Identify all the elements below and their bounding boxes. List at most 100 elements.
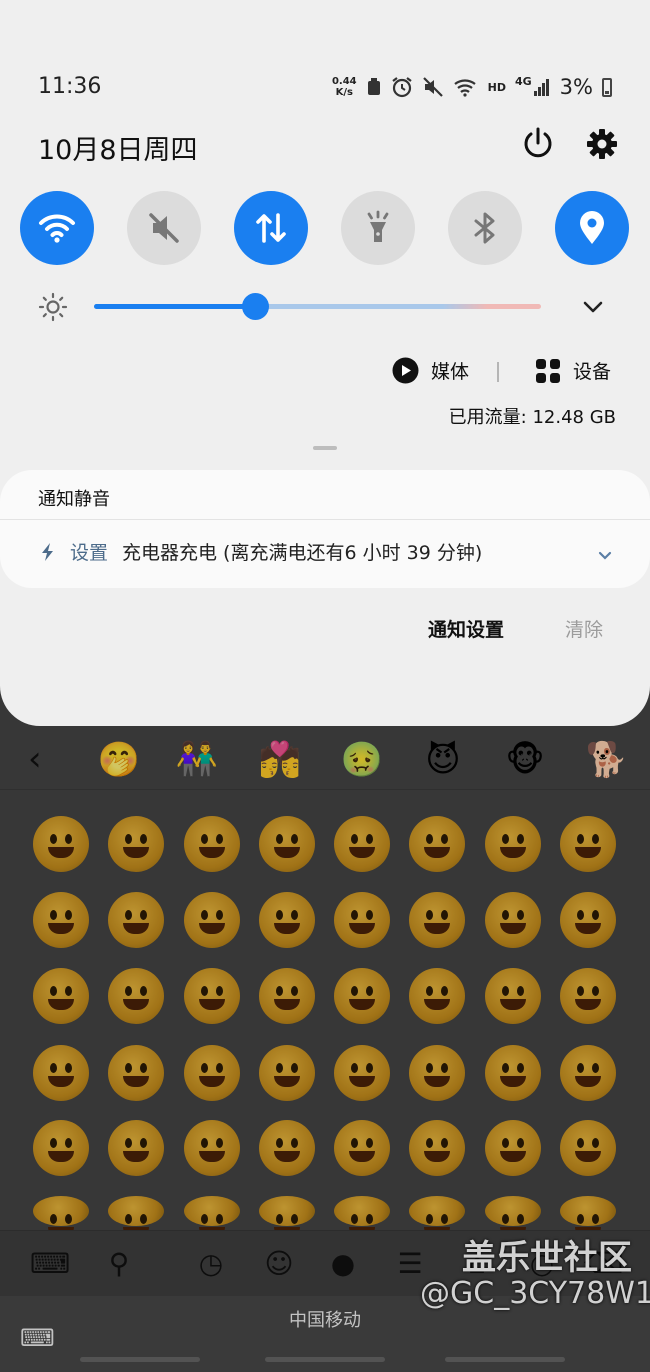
notification-expand-icon[interactable]: [596, 546, 614, 564]
emoji-key[interactable]: [485, 1196, 541, 1238]
devices-button[interactable]: 设备: [535, 357, 611, 384]
flashlight-toggle[interactable]: [341, 191, 415, 265]
shade-drag-handle[interactable]: [313, 446, 337, 450]
category-face-icon[interactable]: 🤭: [97, 738, 141, 782]
emoji-key[interactable]: [33, 1196, 89, 1238]
emoji-key[interactable]: [33, 892, 89, 948]
emoji-key[interactable]: [409, 892, 465, 948]
category-dog-icon[interactable]: 🐕: [585, 738, 629, 782]
power-icon[interactable]: [518, 124, 558, 164]
network-type: 4G: [514, 74, 532, 88]
category-people-icon[interactable]: 👫: [175, 738, 219, 782]
category-couple-icon[interactable]: 💏: [258, 738, 302, 782]
flashlight-icon: [367, 210, 389, 242]
brightness-thumb[interactable]: [241, 293, 269, 320]
bluetooth-icon: [474, 212, 495, 244]
recent-icon[interactable]: ◷: [194, 1247, 228, 1281]
emoji-key[interactable]: [108, 1045, 164, 1101]
search-icon[interactable]: ⚲: [102, 1247, 136, 1281]
clear-button[interactable]: 清除: [565, 615, 603, 642]
status-time: 11:36: [38, 74, 102, 99]
emoji-key[interactable]: [334, 1120, 390, 1176]
wifi-toggle[interactable]: [20, 191, 94, 265]
devices-grid-icon: [536, 358, 560, 383]
hd-label: HD: [487, 80, 506, 94]
emoji-key[interactable]: [33, 1045, 89, 1101]
emoji-key[interactable]: [409, 968, 465, 1024]
notification-item[interactable]: 设置 充电器充电 (离充满电还有6 小时 39 分钟): [40, 538, 482, 565]
charging-bolt-icon: [42, 542, 53, 561]
emoji-key[interactable]: [259, 892, 315, 948]
emoji-key[interactable]: [485, 968, 541, 1024]
nav-back-bar[interactable]: [445, 1357, 565, 1362]
mute-toggle[interactable]: [127, 191, 201, 265]
emoji-key[interactable]: [560, 1196, 616, 1238]
location-toggle[interactable]: [555, 191, 629, 265]
notification-settings-button[interactable]: 通知设置: [428, 615, 504, 642]
notification-shade: 11:36 0.44 K/s HD 4G 3% 10月8日周四 媒体 设备 已用…: [0, 0, 650, 726]
keyboard-icon[interactable]: ⌨: [30, 1247, 70, 1281]
emoji-key[interactable]: [485, 816, 541, 872]
emoji-key[interactable]: [409, 816, 465, 872]
emoji-key[interactable]: [560, 892, 616, 948]
emoji-key[interactable]: [259, 816, 315, 872]
data-usage-label: 已用流量: 12.48 GB: [448, 407, 616, 428]
emoji-key[interactable]: [409, 1045, 465, 1101]
emoji-key[interactable]: [259, 968, 315, 1024]
emoji-key[interactable]: [409, 1196, 465, 1238]
wifi-status-icon: [453, 79, 476, 97]
notification-divider: [0, 519, 650, 520]
emoji-key[interactable]: [560, 1120, 616, 1176]
brightness-sun-icon: [38, 292, 68, 322]
network-speed: 0.44 K/s: [331, 76, 357, 98]
emoji-key[interactable]: [184, 1045, 240, 1101]
emoji-key[interactable]: [33, 968, 89, 1024]
smiley-icon[interactable]: ☺: [262, 1247, 296, 1281]
emoji-key[interactable]: [259, 1045, 315, 1101]
emoji-key[interactable]: [560, 816, 616, 872]
emoji-key[interactable]: [184, 1120, 240, 1176]
emoji-key[interactable]: [560, 968, 616, 1024]
emoji-key[interactable]: [108, 1120, 164, 1176]
emoji-key[interactable]: [259, 1196, 315, 1238]
emoji-key[interactable]: [108, 816, 164, 872]
emoji-key[interactable]: [108, 1196, 164, 1238]
emoji-key[interactable]: [334, 816, 390, 872]
nav-recent-bar[interactable]: [80, 1357, 200, 1362]
emoji-key[interactable]: [334, 1045, 390, 1101]
emoji-key[interactable]: [184, 1196, 240, 1238]
bluetooth-toggle[interactable]: [448, 191, 522, 265]
emoji-key[interactable]: [33, 816, 89, 872]
emoji-key[interactable]: [108, 892, 164, 948]
notification-text: 充电器充电 (离充满电还有6 小时 39 分钟): [122, 542, 483, 564]
emoji-key[interactable]: [334, 892, 390, 948]
gear-icon[interactable]: [582, 124, 622, 164]
animal-icon[interactable]: ●: [326, 1247, 360, 1281]
emoji-key[interactable]: [108, 968, 164, 1024]
emoji-key[interactable]: [485, 1120, 541, 1176]
emoji-key[interactable]: [184, 892, 240, 948]
mobile-data-toggle[interactable]: [234, 191, 308, 265]
emoji-key[interactable]: [334, 968, 390, 1024]
nav-home-bar[interactable]: [265, 1357, 385, 1362]
category-sick-icon[interactable]: 🤢: [340, 738, 384, 782]
back-chevron-icon[interactable]: ‹: [28, 742, 42, 776]
category-devil-icon[interactable]: 😈: [421, 738, 465, 782]
emoji-key[interactable]: [184, 816, 240, 872]
play-icon: [392, 357, 419, 384]
emoji-key[interactable]: [485, 892, 541, 948]
category-monkey-icon[interactable]: 🐵: [503, 738, 547, 782]
emoji-key[interactable]: [560, 1045, 616, 1101]
mute-icon: [149, 213, 179, 243]
emoji-key[interactable]: [485, 1045, 541, 1101]
emoji-key[interactable]: [409, 1120, 465, 1176]
keyboard-switch-icon[interactable]: ⌨: [20, 1324, 55, 1352]
emoji-key[interactable]: [259, 1120, 315, 1176]
chevron-down-icon[interactable]: [578, 292, 608, 322]
signal-icon: [533, 79, 549, 96]
notification-app-name: 设置: [70, 542, 109, 564]
emoji-key[interactable]: [33, 1120, 89, 1176]
emoji-key[interactable]: [334, 1196, 390, 1238]
emoji-key[interactable]: [184, 968, 240, 1024]
media-button[interactable]: 媒体: [392, 357, 469, 384]
